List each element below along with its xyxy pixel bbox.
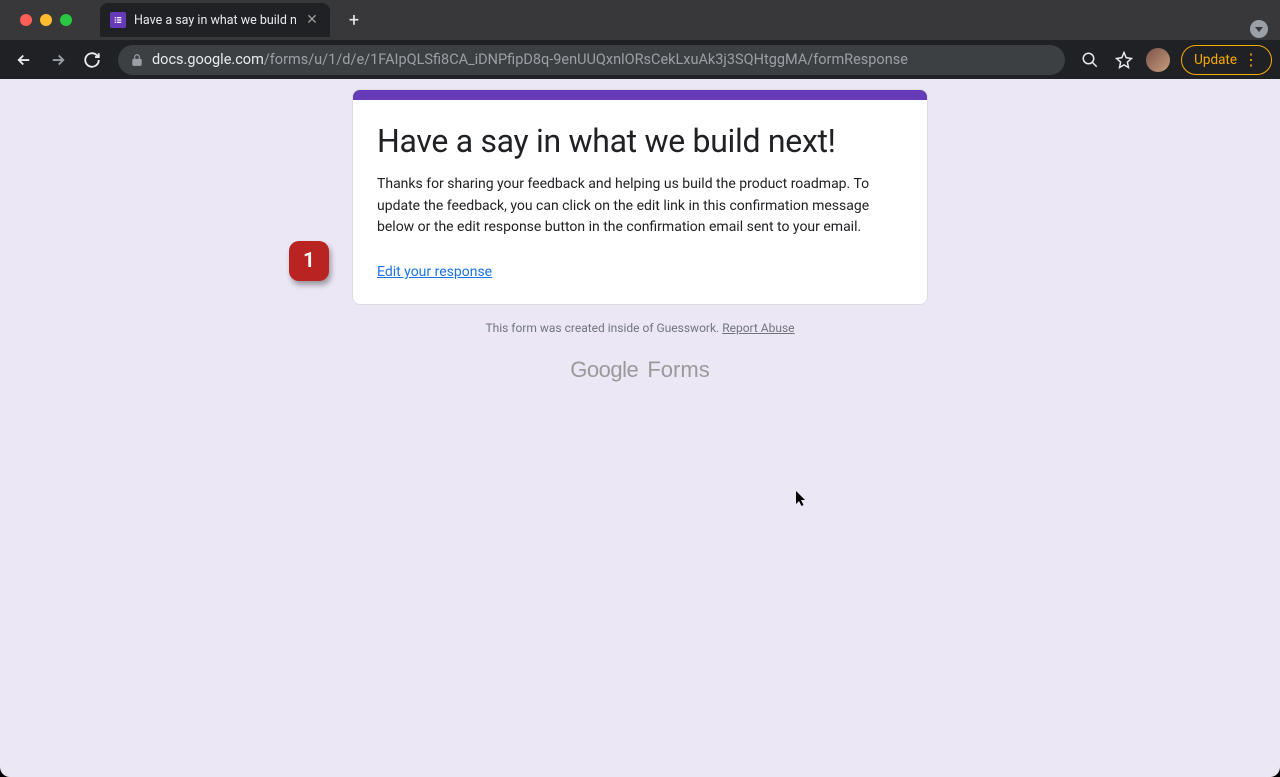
annotation-marker-1: 1 (289, 241, 329, 281)
window-controls (10, 14, 82, 26)
tab-bar: Have a say in what we build ne ✕ + (0, 0, 1280, 40)
annotation-label: 1 (303, 249, 315, 273)
forms-favicon-icon (110, 12, 126, 28)
url-path: /forms/u/1/d/e/1FAIpQLSfi8CA_iDNPfipD8q-… (264, 51, 908, 68)
google-logo-text: Google (570, 357, 638, 382)
avatar (1146, 48, 1170, 72)
toolbar-right: Update ⋮ (1075, 45, 1272, 75)
created-inside-text: This form was created inside of Guesswor… (485, 321, 722, 335)
close-window-button[interactable] (20, 14, 32, 26)
update-button[interactable]: Update ⋮ (1181, 45, 1272, 75)
report-abuse-link[interactable]: Report Abuse (722, 321, 794, 335)
reload-button[interactable] (76, 44, 108, 76)
form-footer: This form was created inside of Guesswor… (352, 321, 928, 335)
forms-logo-text: Forms (641, 357, 709, 382)
profile-avatar[interactable] (1143, 45, 1173, 75)
minimize-window-button[interactable] (40, 14, 52, 26)
form-accent-bar (353, 90, 927, 100)
nav-bar: docs.google.com/forms/u/1/d/e/1FAIpQLSfi… (0, 40, 1280, 79)
address-bar[interactable]: docs.google.com/forms/u/1/d/e/1FAIpQLSfi… (118, 45, 1065, 75)
lock-icon (130, 53, 144, 67)
tab-menu-icon[interactable] (1250, 20, 1268, 38)
form-title: Have a say in what we build next! (377, 122, 903, 160)
form-body: Have a say in what we build next! Thanks… (353, 100, 927, 304)
mouse-cursor-icon (796, 491, 808, 511)
form-confirmation-card: Have a say in what we build next! Thanks… (352, 89, 928, 305)
maximize-window-button[interactable] (60, 14, 72, 26)
confirmation-message: Thanks for sharing your feedback and hel… (377, 174, 903, 239)
new-tab-button[interactable]: + (340, 6, 368, 34)
browser-chrome: Have a say in what we build ne ✕ + docs.… (0, 0, 1280, 79)
back-button[interactable] (8, 44, 40, 76)
browser-tab[interactable]: Have a say in what we build ne ✕ (100, 3, 330, 37)
close-tab-icon[interactable]: ✕ (304, 12, 320, 28)
update-label: Update (1194, 52, 1237, 68)
forward-button[interactable] (42, 44, 74, 76)
url-domain: docs.google.com (152, 51, 264, 68)
bookmark-star-icon[interactable] (1109, 45, 1139, 75)
search-zoom-icon[interactable] (1075, 45, 1105, 75)
url-text: docs.google.com/forms/u/1/d/e/1FAIpQLSfi… (152, 51, 1053, 68)
google-forms-logo[interactable]: Google Forms (352, 357, 928, 383)
page-content: Have a say in what we build next! Thanks… (0, 79, 1280, 777)
tab-title: Have a say in what we build ne (134, 13, 296, 28)
edit-response-link[interactable]: Edit your response (377, 264, 492, 280)
